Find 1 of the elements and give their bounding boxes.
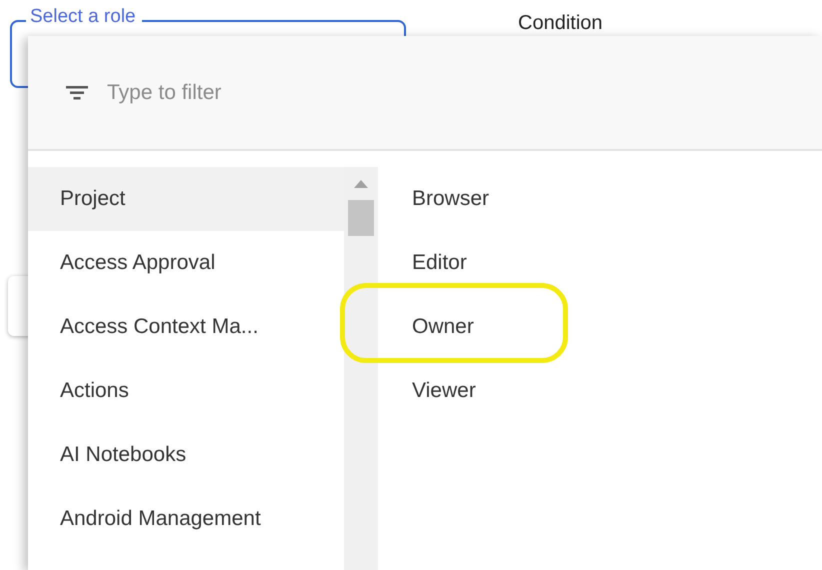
- condition-label: Condition: [518, 12, 603, 35]
